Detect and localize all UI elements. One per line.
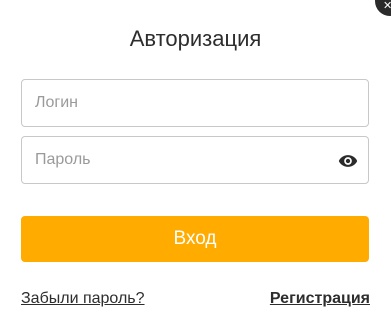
dialog-title: Авторизация (129, 26, 262, 51)
forgot-password-link[interactable]: Забыли пароль? (21, 290, 145, 308)
register-link[interactable]: Регистрация (270, 290, 370, 308)
password-input[interactable] (22, 137, 368, 183)
login-button[interactable]: Вход (21, 216, 369, 262)
password-field (21, 136, 369, 184)
close-icon: ✕ (383, 0, 391, 12)
login-input[interactable] (22, 80, 368, 126)
login-field (21, 79, 369, 127)
auth-dialog: ✕ Авторизация Вход Забыли пароль? Регист… (0, 0, 391, 336)
close-button[interactable]: ✕ (375, 0, 391, 16)
eye-icon[interactable] (338, 151, 358, 171)
